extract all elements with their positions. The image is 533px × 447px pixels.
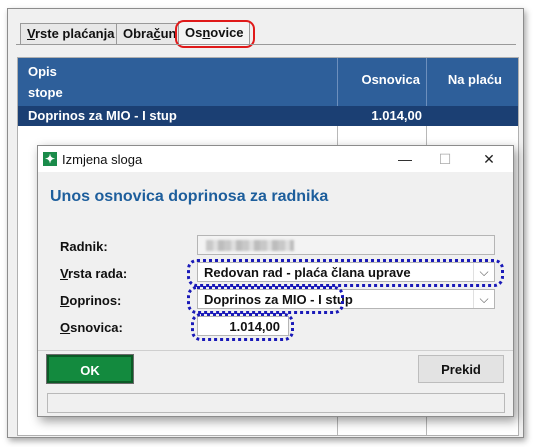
grid-header: Opis stope Osnovica Na plaću [18, 58, 518, 106]
tab-label-accel: V [27, 26, 35, 41]
select-value: Redovan rad - plaća člana uprave [204, 265, 411, 280]
tab-obracun[interactable]: Obračun [116, 23, 182, 44]
column-header-label: Osnovica [361, 72, 420, 87]
vrsta-rada-select[interactable]: Redovan rad - plaća člana uprave ⌵ [197, 262, 495, 282]
chevron-down-icon[interactable]: ⌵ [473, 263, 494, 281]
label-accel: O [60, 320, 71, 335]
label-text: oprinos: [69, 293, 122, 308]
dialog-titlebar[interactable]: ✦ Izmjena sloga — ☐ ✕ [38, 146, 513, 172]
column-header-osnovica[interactable]: Osnovica [338, 58, 427, 106]
column-header-label: Opis [28, 64, 57, 79]
tab-label: Obra [123, 26, 154, 41]
input-value: 1.014,00 [229, 319, 280, 334]
column-header-label: Na plaću [447, 72, 502, 87]
osnovica-label: Osnovica: [60, 320, 123, 335]
column-header-opis[interactable]: Opis stope [18, 58, 338, 106]
tab-vrste-placanja[interactable]: Vrste plaćanja [20, 23, 118, 44]
tab-divider [16, 44, 516, 45]
label-text: rsta rada: [67, 266, 128, 281]
doprinos-select[interactable]: Doprinos za MIO - I stup ⌵ [197, 289, 495, 309]
tab-label-accel: č [153, 26, 161, 41]
app-logo-icon: ✦ [43, 152, 57, 166]
cell-osnovica: 1.014,00 [371, 108, 422, 123]
cancel-button[interactable]: Prekid [418, 355, 504, 383]
doprinos-label: Doprinos: [60, 293, 121, 308]
tab-label: rste plaćanja [34, 26, 115, 41]
dialog-heading: Unos osnovica doprinosa za radnika [50, 188, 329, 205]
table-row[interactable]: Doprinos za MIO - I stup 1.014,00 [18, 106, 518, 126]
osnovica-input[interactable]: 1.014,00 [197, 316, 289, 336]
maximize-button: ☐ [438, 151, 452, 167]
redacted-name [206, 240, 294, 251]
label-accel: V [60, 266, 68, 281]
tab-osnovice[interactable]: Osnovice [178, 21, 250, 46]
status-bar [47, 393, 505, 413]
vrsta-rada-label: Vrsta rada: [60, 266, 127, 281]
column-header-label: stope [28, 85, 63, 100]
label-accel: D [60, 293, 70, 308]
tab-label: un [160, 26, 177, 41]
ok-button[interactable]: OK [46, 354, 134, 384]
radnik-field [197, 235, 495, 255]
select-value: Doprinos za MIO - I stup [204, 292, 353, 307]
tab-label: Os [185, 25, 203, 40]
tab-label: ovice [210, 25, 244, 40]
minimize-button[interactable]: — [385, 146, 425, 172]
button-separator [38, 350, 513, 351]
dialog-title: Izmjena sloga [62, 152, 143, 167]
izmjena-sloga-dialog: ✦ Izmjena sloga — ☐ ✕ Unos osnovica dopr… [37, 145, 514, 417]
radnik-label: Radnik: [60, 239, 108, 254]
chevron-down-icon[interactable]: ⌵ [473, 290, 494, 308]
label-text: snovica: [70, 320, 123, 335]
close-button[interactable]: ✕ [469, 146, 509, 172]
column-header-na-placu[interactable]: Na plaću [427, 58, 518, 106]
cell-opis: Doprinos za MIO - I stup [28, 108, 177, 123]
